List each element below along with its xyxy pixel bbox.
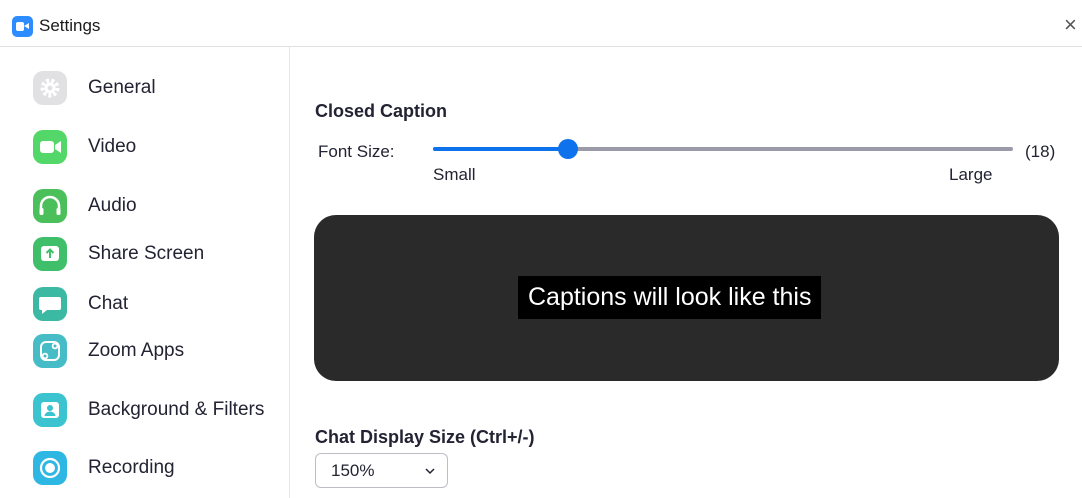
- sidebar-item-background-filters[interactable]: Background & Filters: [0, 387, 289, 433]
- sidebar-item-zoom-apps[interactable]: Zoom Apps: [0, 328, 289, 374]
- font-size-value: (18): [1025, 142, 1056, 161]
- sidebar-item-label: Zoom Apps: [88, 340, 185, 361]
- font-size-label: Font Size:: [318, 142, 395, 161]
- background-icon: [33, 393, 67, 427]
- headphones-icon: [33, 189, 67, 223]
- caption-preview-text: Captions will look like this: [518, 276, 822, 319]
- apps-icon: [33, 334, 67, 368]
- sidebar-item-video[interactable]: Video: [0, 124, 289, 170]
- gear-icon: [33, 71, 67, 105]
- sidebar-item-label: Recording: [88, 457, 175, 478]
- close-icon[interactable]: ×: [1064, 12, 1082, 38]
- select-value: 150%: [331, 461, 375, 480]
- font-size-slider[interactable]: [433, 139, 1013, 159]
- chevron-down-icon: [425, 468, 435, 475]
- window-title: Settings: [39, 16, 101, 35]
- chat-bubble-icon: [33, 287, 67, 321]
- sidebar-item-label: Share Screen: [88, 243, 205, 264]
- slider-fill: [433, 147, 569, 151]
- sidebar-item-general[interactable]: General: [0, 65, 289, 111]
- sidebar-item-share-screen[interactable]: Share Screen: [0, 231, 289, 277]
- sidebar-item-label: General: [88, 77, 156, 98]
- settings-sidebar: General Video Audio Share Screen Chat Zo…: [0, 47, 290, 498]
- chat-display-size-title: Chat Display Size (Ctrl+/-): [315, 427, 535, 447]
- record-icon: [33, 451, 67, 485]
- sidebar-item-label: Background & Filters: [88, 399, 265, 420]
- slider-min-label: Small: [433, 165, 476, 184]
- title-bar: Settings ×: [0, 0, 1082, 46]
- chat-display-size-select[interactable]: 150%: [315, 453, 448, 488]
- slider-max-label: Large: [949, 165, 993, 184]
- slider-thumb[interactable]: [558, 139, 579, 159]
- sidebar-item-chat[interactable]: Chat: [0, 281, 289, 327]
- settings-content: Closed Caption Font Size: (18) Small Lar…: [291, 47, 1082, 498]
- sidebar-item-label: Video: [88, 136, 137, 157]
- zoom-camera-icon: [12, 16, 33, 37]
- sidebar-item-audio[interactable]: Audio: [0, 183, 289, 229]
- sidebar-item-label: Chat: [88, 293, 129, 314]
- caption-preview: Captions will look like this: [314, 215, 1059, 381]
- sidebar-item-label: Audio: [88, 195, 137, 216]
- video-camera-icon: [33, 130, 67, 164]
- sidebar-item-recording[interactable]: Recording: [0, 445, 289, 491]
- share-screen-icon: [33, 237, 67, 271]
- closed-caption-title: Closed Caption: [315, 101, 448, 121]
